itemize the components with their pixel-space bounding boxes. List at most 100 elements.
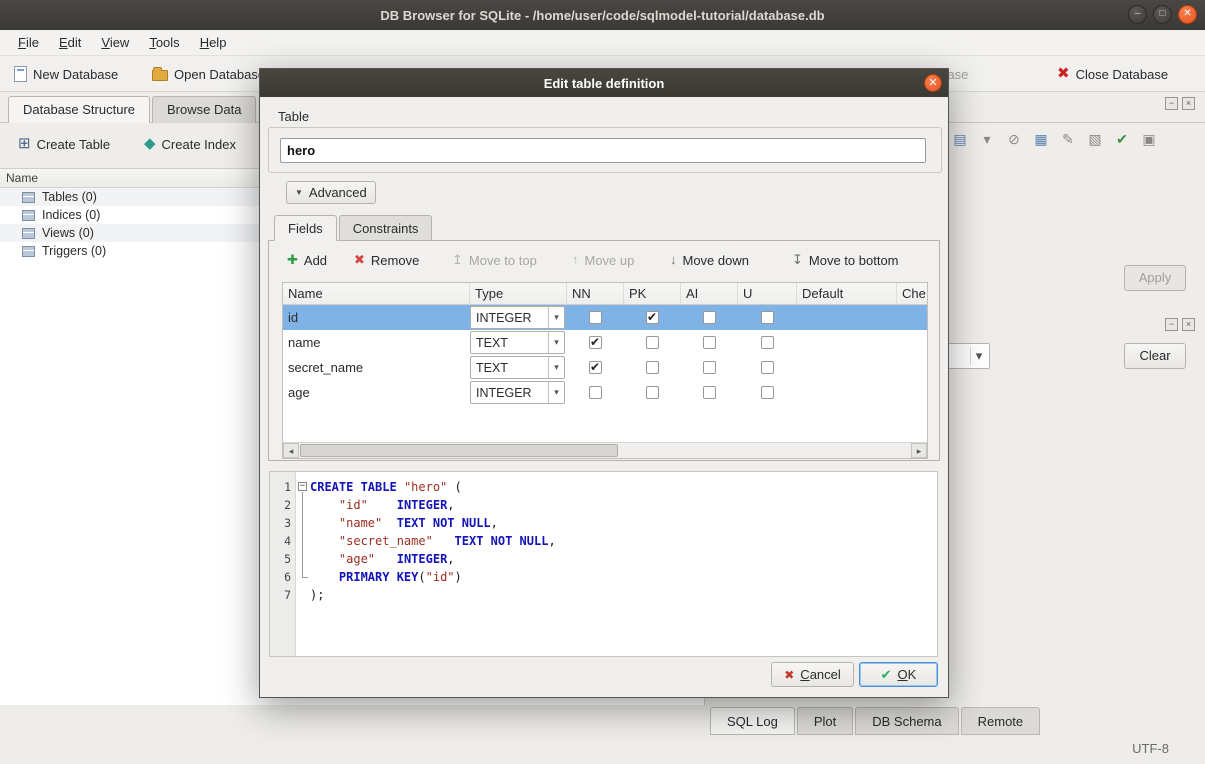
tab-constraints[interactable]: Constraints — [339, 215, 433, 241]
sql-code-area[interactable]: 1−CREATE TABLE "hero" (2 "id" INTEGER,3 … — [270, 478, 937, 604]
column-header-che[interactable]: Che — [897, 283, 928, 305]
fold-collapse-icon[interactable]: − — [298, 482, 307, 491]
dock-float-icon[interactable]: − — [1165, 318, 1178, 331]
export-icon[interactable]: ▾ — [977, 129, 997, 149]
menu-file[interactable]: File — [8, 31, 49, 54]
type-select-name[interactable]: TEXT▾ — [470, 331, 565, 354]
add-icon: ✚ — [287, 252, 298, 268]
tab-sql-log[interactable]: SQL Log — [710, 707, 795, 735]
move-to-top-button[interactable]: ↥Move to top — [452, 249, 537, 271]
import-icon[interactable]: ▤ — [950, 129, 970, 149]
tab-browse-data[interactable]: Browse Data — [152, 96, 256, 123]
type-select-id[interactable]: INTEGER▾ — [470, 306, 565, 329]
dialog-close-icon[interactable]: ✕ — [924, 74, 942, 92]
column-header-u[interactable]: U — [738, 283, 797, 305]
column-header-ai[interactable]: AI — [681, 283, 738, 305]
pk-checkbox-age[interactable] — [646, 386, 659, 399]
column-header-pk[interactable]: PK — [624, 283, 681, 305]
cancel-button[interactable]: ✖ Cancel — [771, 662, 854, 687]
tab-fields[interactable]: Fields — [274, 215, 337, 241]
scroll-right-icon[interactable]: ▸ — [911, 443, 927, 458]
fold-marker — [296, 532, 310, 550]
minimize-icon[interactable]: – — [1128, 5, 1147, 24]
pk-checkbox-secret-name[interactable] — [646, 361, 659, 374]
field-name-cell: age — [283, 380, 470, 405]
move-down-button[interactable]: ↓Move down — [670, 249, 749, 271]
add-button[interactable]: ✚Add — [287, 249, 327, 271]
apply-button[interactable]: Apply — [1124, 265, 1186, 291]
dock-float-icon[interactable]: − — [1165, 97, 1178, 110]
close-database-icon: ✖ — [1057, 66, 1070, 82]
column-header-type[interactable]: Type — [470, 283, 567, 305]
column-header-nn[interactable]: NN — [567, 283, 624, 305]
sql-text: ); — [310, 586, 324, 604]
new-database-button[interactable]: New Database — [14, 62, 118, 86]
menu-help[interactable]: Help — [190, 31, 237, 54]
scrollbar-thumb[interactable] — [300, 444, 618, 457]
close-icon[interactable]: ✕ — [1178, 5, 1197, 24]
remove-button[interactable]: ✖Remove — [354, 249, 419, 271]
nn-cell — [567, 355, 624, 380]
create-index-button[interactable]: ◆ Create Index — [136, 131, 244, 157]
table-name-input[interactable] — [280, 138, 926, 163]
clear-button[interactable]: Clear — [1124, 343, 1186, 369]
u-checkbox-secret-name[interactable] — [761, 361, 774, 374]
nn-checkbox-name[interactable] — [589, 336, 602, 349]
create-table-button[interactable]: ⊞ Create Table — [10, 131, 118, 157]
pattern-icon[interactable]: ▧ — [1085, 129, 1105, 149]
nn-checkbox-id[interactable] — [589, 311, 602, 324]
field-row-secret-name[interactable]: secret_nameTEXT▾ — [283, 355, 927, 380]
move-up-button[interactable]: ↑Move up — [572, 249, 634, 271]
sql-text: PRIMARY KEY("id") — [310, 568, 462, 586]
menu-edit[interactable]: Edit — [49, 31, 91, 54]
nn-checkbox-age[interactable] — [589, 386, 602, 399]
type-select-age[interactable]: INTEGER▾ — [470, 381, 565, 404]
scroll-left-icon[interactable]: ◂ — [283, 443, 299, 458]
ai-checkbox-id[interactable] — [703, 311, 716, 324]
menu-tools[interactable]: Tools — [139, 31, 189, 54]
open-database-label: Open Database — [174, 67, 265, 82]
column-header-default[interactable]: Default — [797, 283, 897, 305]
field-row-age[interactable]: ageINTEGER▾ — [283, 380, 927, 405]
set-null-icon[interactable]: ⊘ — [1004, 129, 1024, 149]
advanced-toggle-button[interactable]: ▼ Advanced — [286, 181, 376, 204]
dock-close-icon[interactable]: × — [1182, 97, 1195, 110]
tab-remote[interactable]: Remote — [961, 707, 1041, 735]
pk-checkbox-id[interactable] — [646, 311, 659, 324]
nn-checkbox-secret-name[interactable] — [589, 361, 602, 374]
pk-checkbox-name[interactable] — [646, 336, 659, 349]
table-icon[interactable]: ▦ — [1031, 129, 1051, 149]
apply-label: Apply — [1139, 270, 1172, 285]
u-checkbox-age[interactable] — [761, 386, 774, 399]
create-index-label: Create Index — [162, 137, 236, 152]
dock-close-icon[interactable]: × — [1182, 318, 1195, 331]
tab-database-structure[interactable]: Database Structure — [8, 96, 150, 123]
tab-db-schema[interactable]: DB Schema — [855, 707, 958, 735]
ok-button[interactable]: ✔ OK — [859, 662, 938, 687]
field-row-name[interactable]: nameTEXT▾ — [283, 330, 927, 355]
field-name-cell: name — [283, 330, 470, 355]
ai-checkbox-secret-name[interactable] — [703, 361, 716, 374]
ai-checkbox-age[interactable] — [703, 386, 716, 399]
u-cell — [738, 330, 797, 355]
maximize-icon[interactable]: □ — [1153, 5, 1172, 24]
tab-plot[interactable]: Plot — [797, 707, 853, 735]
u-checkbox-id[interactable] — [761, 311, 774, 324]
menu-view[interactable]: View — [91, 31, 139, 54]
print-icon[interactable]: ▣ — [1139, 129, 1159, 149]
move-to-bottom-button[interactable]: ↧Move to bottom — [792, 249, 899, 271]
edit-icon[interactable]: ✎ — [1058, 129, 1078, 149]
open-database-button[interactable]: Open Database — [152, 62, 265, 86]
u-checkbox-name[interactable] — [761, 336, 774, 349]
cancel-icon: ✖ — [784, 667, 794, 683]
close-database-button[interactable]: ✖ Close Database — [1057, 62, 1168, 86]
apply-cell-icon[interactable]: ✔ — [1112, 129, 1132, 149]
field-row-id[interactable]: idINTEGER▾ — [283, 305, 927, 330]
table-icon — [22, 192, 35, 203]
fold-marker[interactable]: − — [296, 478, 310, 496]
ai-checkbox-name[interactable] — [703, 336, 716, 349]
column-header-name[interactable]: Name — [283, 283, 470, 305]
grid-hscrollbar[interactable]: ◂ ▸ — [283, 442, 927, 458]
type-select-secret-name[interactable]: TEXT▾ — [470, 356, 565, 379]
nn-cell — [567, 330, 624, 355]
